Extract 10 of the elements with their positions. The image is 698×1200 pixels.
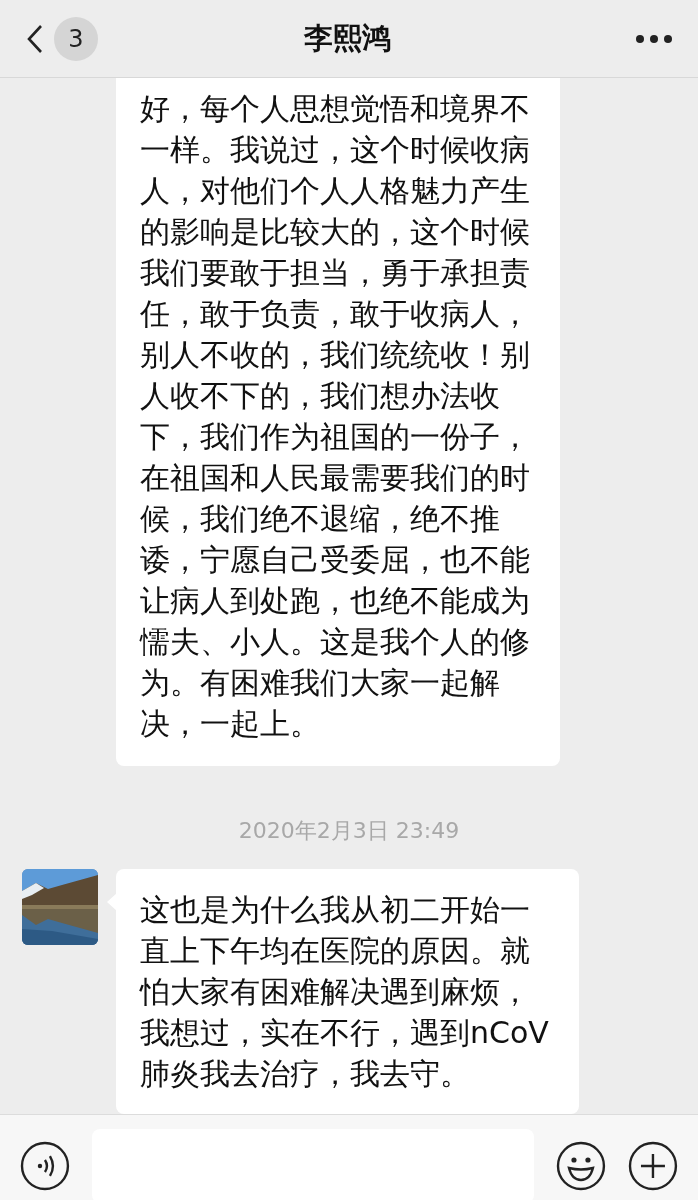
timestamp: 2020年2月3日 23:49 [238, 817, 460, 845]
back-icon [26, 23, 44, 54]
plus-icon[interactable] [628, 1140, 678, 1191]
voice-icon[interactable] [20, 1140, 70, 1191]
emoji-icon[interactable] [556, 1140, 607, 1191]
back-button[interactable]: 3 [26, 16, 98, 61]
message-text: 好，每个人思想觉悟和境界不 一样。我说过，这个时候收病 人，对他们个人人格魅力产生 的影响是比较大的，这个时候 我们要敢于担当，勇于承担责 任，敢于负责，敢于收病人， 别人不收的，我们统统收！别 人收不下的，我们想办法收 下，我们作为祖国的一份子， 在祖国和人民最需要我们的时 候，我们绝不退缩，绝不推 诿，宁愿自己受委屈，也不能 让病人到处跑，也绝不能成为 懦夫、小人。这是我个人的修 为。有困难我们大家一起解 决，一起上。 [140, 90, 530, 743]
unread-count-badge: 3 [54, 16, 98, 61]
message-text: 这也是为什么我从初二开始一 直上下午均在医院的原因。就 怕大家有困难解决遇到麻烦， 我想过，实在不行，遇到nCoV 肺炎我去治疗，我去守。 [140, 891, 549, 1093]
chat-title: 李熙鸿 [303, 19, 391, 57]
